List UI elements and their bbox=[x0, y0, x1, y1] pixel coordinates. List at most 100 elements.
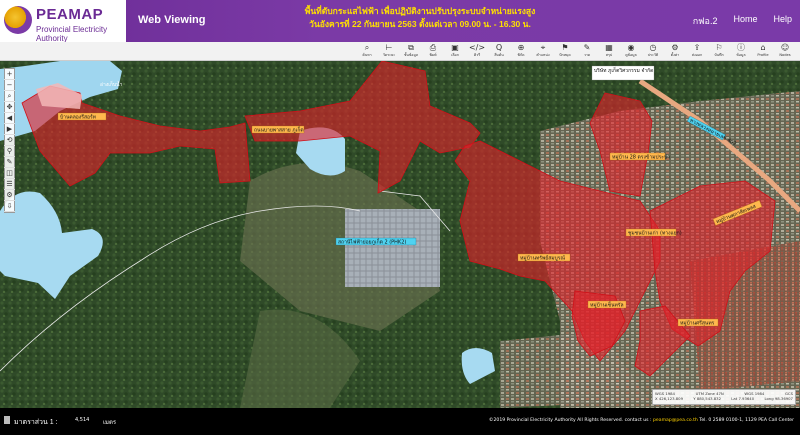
draw-icon[interactable]: ✎ bbox=[4, 157, 15, 168]
map-nav-controls: + − ⌕ ✥ ◀ ▶ ⟲ ⚲ ✎ ◫ ☰ ⚙ ⇩ bbox=[4, 68, 15, 213]
tool-label: ตำแหน่ง bbox=[536, 53, 550, 57]
nav-help[interactable]: Help bbox=[773, 14, 792, 28]
label-area-9: หมู่บ้านเซ็นทรัล bbox=[590, 301, 624, 309]
tool-info-button[interactable]: ⓘ ข้อมูล bbox=[730, 43, 752, 60]
tool-clock-button[interactable]: ◷ ประวัติ bbox=[642, 43, 664, 60]
label-top-note: บริษัท ภูเก็ตวิศวกรรม จำกัด bbox=[594, 66, 653, 74]
tool-label: สรุป bbox=[605, 53, 613, 57]
tool-list: ⌕ ค้นหา ⊢ วัดระยะ ⧉ ชั้นข้อมูล ⎙ พิมพ์ ▣ เลือก </>… bbox=[356, 43, 796, 60]
nav-region[interactable]: กฟอ.2 bbox=[693, 14, 718, 28]
map-toolbar: ⌕ ค้นหา ⊢ วัดระยะ ⧉ ชั้นข้อมูล ⎙ พิมพ์ ▣ เลือก </>… bbox=[0, 42, 800, 61]
user-icon: ☺ bbox=[780, 43, 790, 52]
tool-code-button[interactable]: </> คิวรี bbox=[466, 43, 488, 60]
label-substation: สถานีไฟฟ้าย่อยภูเก็ต 2 (PHK2) bbox=[338, 238, 406, 246]
scale-unit: เมตร bbox=[103, 419, 117, 426]
tool-query-button[interactable]: Q สืบค้น bbox=[488, 43, 510, 60]
tool-edit-button[interactable]: ✎ วาด bbox=[576, 43, 598, 60]
copyright: ©2019 Provincial Electricity Authority A… bbox=[489, 418, 794, 423]
tool-label: วัดระยะ bbox=[382, 53, 396, 57]
tool-label: ข้อมูล bbox=[736, 53, 746, 57]
label-area-2: ถนนบายพาสสาย ภูเก็ต bbox=[254, 126, 304, 134]
logo-subtitle: Provincial Electricity Authority bbox=[36, 25, 108, 43]
contact-phone: Tel. 0 2589 0100-1, 1129 PEA Call Center bbox=[699, 418, 794, 423]
tool-home-button[interactable]: ⌂ Profile bbox=[752, 43, 774, 60]
tool-pin-button[interactable]: ⌖ ตำแหน่ง bbox=[532, 43, 554, 60]
lat-value: 7.93640 bbox=[738, 396, 755, 401]
tool-user-button[interactable]: ☺ Nodes bbox=[774, 43, 796, 60]
status-footer: มาตราส่วน 1 : 4,514 เมตร ©2019 Provincia… bbox=[0, 408, 800, 435]
tool-label: ค้นหา bbox=[362, 53, 372, 57]
clock-icon: ◷ bbox=[649, 43, 657, 52]
zoom-out-icon[interactable]: − bbox=[4, 80, 15, 91]
tool-label: วาด bbox=[583, 53, 591, 57]
chart-icon: ▦ bbox=[605, 43, 613, 52]
label-area-8: หมู่บ้านทรัพย์สมบูรณ์ bbox=[520, 255, 565, 262]
code-icon: </> bbox=[468, 43, 486, 52]
tool-globe-button[interactable]: ⊕ พิกัด bbox=[510, 43, 532, 60]
logo-title: PEAMAP bbox=[36, 6, 104, 23]
tool-layers-button[interactable]: ⧉ ชั้นข้อมูล bbox=[400, 43, 422, 60]
x-label: X bbox=[655, 396, 658, 401]
search-icon: ⌕ bbox=[364, 43, 370, 52]
tool-gear-button[interactable]: ⚙ ตั้งค่า bbox=[664, 43, 686, 60]
locate-icon[interactable]: ⚲ bbox=[4, 146, 15, 157]
basemap-icon[interactable]: ◫ bbox=[4, 168, 15, 179]
tool-label: พิกัด bbox=[517, 53, 525, 57]
map-canvas[interactable]: บ้านคลองรีสอร์ท ถนนบายพาสสาย ภูเก็ต หมู่… bbox=[0, 61, 800, 408]
contact-email[interactable]: peamap@pea.co.th bbox=[653, 418, 698, 423]
tool-search-button[interactable]: ⌕ ค้นหา bbox=[356, 43, 378, 60]
tool-label: Nodes bbox=[779, 53, 791, 57]
home-icon: ⌂ bbox=[760, 43, 766, 52]
tool-label: ส่งออก bbox=[691, 53, 703, 57]
globe-icon: ⊕ bbox=[517, 43, 525, 52]
tool-chart-button[interactable]: ▦ สรุป bbox=[598, 43, 620, 60]
scale-value[interactable]: 4,514 bbox=[75, 417, 89, 423]
tool-print-button[interactable]: ⎙ พิมพ์ bbox=[422, 43, 444, 60]
tool-ruler-button[interactable]: ⊢ วัดระยะ bbox=[378, 43, 400, 60]
outage-notice: พื้นที่ดับกระแสไฟฟ้า เพื่อปฏิบัติงานปรับ… bbox=[260, 5, 580, 31]
back-icon[interactable]: ◀ bbox=[4, 113, 15, 124]
gear-icon[interactable]: ⚙ bbox=[4, 190, 15, 201]
notice-line-1: พื้นที่ดับกระแสไฟฟ้า เพื่อปฏิบัติงานปรับ… bbox=[304, 6, 536, 16]
search-icon[interactable]: ⌕ bbox=[4, 91, 15, 102]
edit-icon: ✎ bbox=[583, 43, 591, 52]
label-area-1: บ้านคลองรีสอร์ท bbox=[60, 114, 96, 121]
zoom-in-icon[interactable]: + bbox=[4, 69, 15, 80]
tool-label: เลือก bbox=[451, 53, 459, 57]
pin-icon: ⌖ bbox=[540, 43, 546, 52]
nav-home[interactable]: Home bbox=[733, 14, 757, 28]
refresh-icon[interactable]: ⟲ bbox=[4, 135, 15, 146]
tool-bookmark-button[interactable]: ⚐ บันทึก bbox=[708, 43, 730, 60]
info-icon: ⓘ bbox=[737, 43, 745, 52]
long-value: 98.36907 bbox=[774, 396, 793, 401]
notice-line-2: วันอังคารที่ 22 กันยายน 2563 ตั้งแต่เวลา… bbox=[309, 19, 531, 29]
top-nav: กฟอ.2 Home Help bbox=[693, 14, 792, 28]
lat-label: Lat bbox=[731, 396, 738, 401]
tool-flag-button[interactable]: ⚑ ปักหมุด bbox=[554, 43, 576, 60]
tool-label: บันทึก bbox=[714, 53, 724, 57]
app-title: Web Viewing bbox=[138, 14, 206, 26]
tool-export-button[interactable]: ⇪ ส่งออก bbox=[686, 43, 708, 60]
coordinate-readout: WGS 1984 UTM Zone 47N WGS 1984 GCS X 426… bbox=[652, 389, 796, 405]
label-area-10: หมู่บ้านศรีสุนทร bbox=[680, 320, 715, 327]
tool-eye-button[interactable]: ◉ ดูข้อมูล bbox=[620, 43, 642, 60]
tool-label: พิมพ์ bbox=[429, 53, 437, 57]
label-area-5: หมู่บ้าน 28 ตรงข้ามประปา bbox=[612, 154, 670, 161]
tool-label: Profile bbox=[757, 53, 769, 57]
select-icon: ▣ bbox=[451, 43, 459, 52]
x-value: 426,123.809 bbox=[658, 396, 683, 401]
pan-icon[interactable]: ✥ bbox=[4, 102, 15, 113]
gear-icon: ⚙ bbox=[671, 43, 679, 52]
tool-label: ตั้งค่า bbox=[670, 53, 680, 57]
scale-label: มาตราส่วน 1 : bbox=[14, 419, 58, 426]
logo[interactable]: PEAMAP Provincial Electricity Authority bbox=[0, 0, 126, 43]
tool-select-button[interactable]: ▣ เลือก bbox=[444, 43, 466, 60]
list-icon[interactable]: ☰ bbox=[4, 179, 15, 190]
forward-icon[interactable]: ▶ bbox=[4, 124, 15, 135]
layers-icon: ⧉ bbox=[408, 43, 414, 52]
download-icon[interactable]: ⇩ bbox=[4, 201, 15, 212]
tool-label: คิวรี bbox=[473, 53, 481, 57]
long-label: Long bbox=[764, 396, 774, 401]
tool-label: ปักหมุด bbox=[559, 53, 571, 57]
tool-label: ดูข้อมูล bbox=[625, 53, 637, 57]
